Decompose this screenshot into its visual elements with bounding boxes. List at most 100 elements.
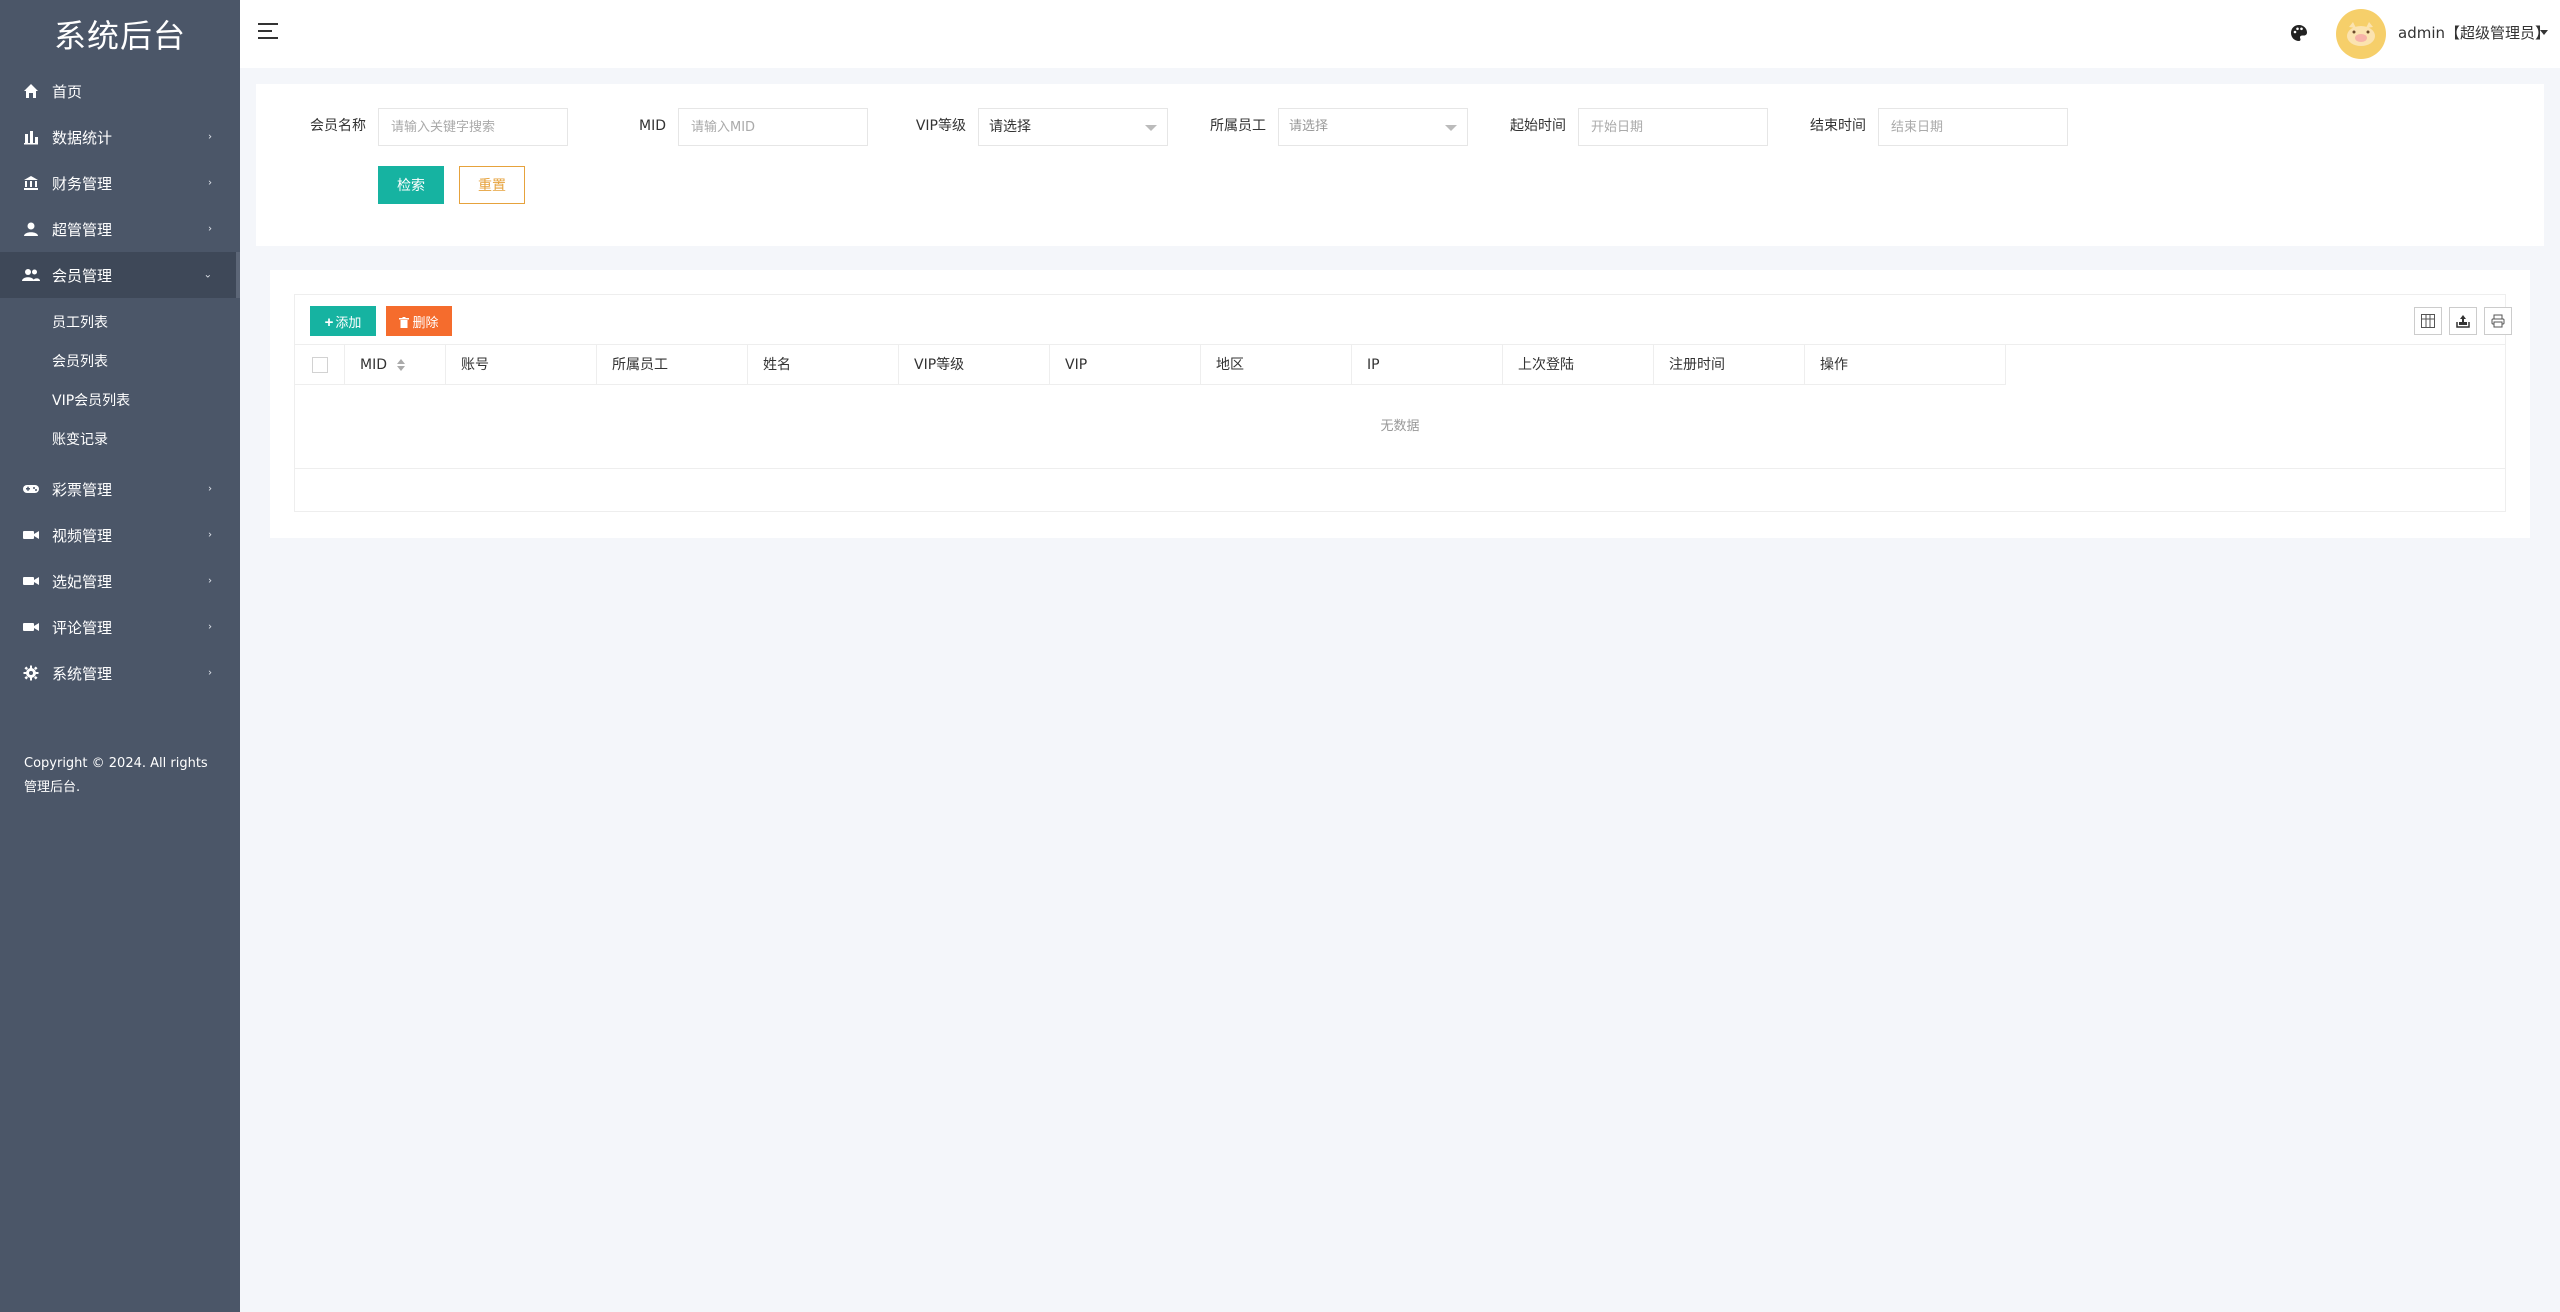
column-header-label: MID bbox=[360, 357, 387, 373]
end-time-label: 结束时间 bbox=[1810, 118, 1866, 134]
video-icon bbox=[22, 618, 40, 636]
vip-level-label: VIP等级 bbox=[915, 118, 966, 134]
copyright-text: Copyright © 2024. All rights 管理后台. bbox=[24, 756, 208, 795]
add-button[interactable]: + 添加 bbox=[310, 306, 376, 336]
caret-down-icon bbox=[1145, 125, 1157, 131]
sidebar: 系统后台 首页 数据统计 › 财务管理 › 超管管理 › 会员管理 ⌄ 员工列表… bbox=[0, 0, 240, 1312]
empty-state-text: 无数据 bbox=[295, 385, 2505, 469]
column-header-name: 姓名 bbox=[748, 345, 899, 385]
sidebar-item-statistics[interactable]: 数据统计 › bbox=[0, 114, 240, 160]
data-table: MID 账号 所属员工 姓名 VIP等级 VIP 地区 IP 上次登陆 注册时间… bbox=[294, 344, 2506, 512]
sidebar-item-comments[interactable]: 评论管理 › bbox=[0, 604, 240, 650]
staff-select[interactable]: 请选择 bbox=[1278, 108, 1468, 146]
chevron-right-icon: › bbox=[208, 177, 212, 189]
columns-icon[interactable] bbox=[2414, 307, 2442, 335]
chevron-down-icon: ⌄ bbox=[203, 269, 212, 281]
app-logo: 系统后台 bbox=[53, 17, 186, 55]
chevron-right-icon: › bbox=[208, 529, 212, 541]
mid-label: MID bbox=[639, 118, 666, 134]
sidebar-item-label: 评论管理 bbox=[52, 618, 113, 637]
table-header: MID 账号 所属员工 姓名 VIP等级 VIP 地区 IP 上次登陆 注册时间… bbox=[295, 345, 2006, 385]
user-icon bbox=[22, 220, 40, 238]
palette-icon[interactable] bbox=[2290, 24, 2310, 44]
column-header-vip-level: VIP等级 bbox=[899, 345, 1050, 385]
gear-icon bbox=[22, 664, 40, 682]
member-name-input[interactable] bbox=[378, 108, 568, 146]
member-name-label: 会员名称 bbox=[310, 118, 366, 134]
sidebar-item-label: 数据统计 bbox=[52, 128, 113, 147]
top-header: admin【超级管理员】 bbox=[240, 0, 2560, 68]
sidebar-subitem-vip-list[interactable]: VIP会员列表 bbox=[0, 382, 240, 421]
search-button[interactable]: 检索 bbox=[378, 166, 444, 204]
staff-value: 请选择 bbox=[1289, 119, 1329, 134]
sidebar-item-label: 系统管理 bbox=[52, 664, 113, 683]
sidebar-subitem-member-list[interactable]: 会员列表 bbox=[0, 343, 240, 382]
column-header-register-time: 注册时间 bbox=[1654, 345, 1805, 385]
export-icon[interactable] bbox=[2449, 307, 2477, 335]
column-header-region: 地区 bbox=[1201, 345, 1352, 385]
caret-down-icon bbox=[1445, 125, 1457, 131]
sidebar-item-label: 选妃管理 bbox=[52, 572, 113, 591]
add-button-label: 添加 bbox=[335, 314, 362, 330]
bank-icon bbox=[22, 174, 40, 192]
chevron-right-icon: › bbox=[208, 483, 212, 495]
sidebar-submenu-members: 员工列表 会员列表 VIP会员列表 账变记录 bbox=[0, 298, 240, 466]
bar-chart-icon bbox=[22, 128, 40, 146]
end-date-input[interactable] bbox=[1878, 108, 2068, 146]
sidebar-item-label: 彩票管理 bbox=[52, 480, 113, 499]
chevron-right-icon: › bbox=[208, 131, 212, 143]
search-panel: 会员名称 MID VIP等级 请选择 所属员工 请选择 起始时间 结束时间 检索… bbox=[256, 84, 2544, 246]
column-header-account: 账号 bbox=[446, 345, 597, 385]
gamepad-icon bbox=[22, 480, 40, 498]
user-menu[interactable]: admin【超级管理员】 bbox=[2398, 22, 2550, 43]
column-header-vip: VIP bbox=[1050, 345, 1201, 385]
users-icon bbox=[22, 266, 40, 284]
chevron-right-icon: › bbox=[208, 575, 212, 587]
sidebar-item-label: 财务管理 bbox=[52, 174, 113, 193]
plus-icon: + bbox=[324, 313, 334, 331]
sidebar-item-videos[interactable]: 视频管理 › bbox=[0, 512, 240, 558]
sidebar-item-admin[interactable]: 超管管理 › bbox=[0, 206, 240, 252]
vip-level-select[interactable]: 请选择 bbox=[978, 108, 1168, 146]
avatar[interactable] bbox=[2336, 9, 2386, 59]
start-date-input[interactable] bbox=[1578, 108, 1768, 146]
menu-toggle-icon[interactable] bbox=[258, 23, 280, 45]
sidebar-subitem-account-records[interactable]: 账变记录 bbox=[0, 421, 240, 460]
staff-label: 所属员工 bbox=[1210, 118, 1266, 134]
home-icon bbox=[22, 82, 40, 100]
table-panel: + 添加 删除 MID 账号 所属员工 姓名 VIP等级 VIP 地区 IP 上… bbox=[270, 270, 2530, 538]
sidebar-subitem-staff-list[interactable]: 员工列表 bbox=[0, 304, 240, 343]
video-icon bbox=[22, 526, 40, 544]
sidebar-item-lottery[interactable]: 彩票管理 › bbox=[0, 466, 240, 512]
sidebar-item-label: 会员管理 bbox=[52, 266, 113, 285]
sidebar-item-label: 超管管理 bbox=[52, 220, 113, 239]
sidebar-item-members[interactable]: 会员管理 ⌄ bbox=[0, 252, 240, 298]
print-icon[interactable] bbox=[2484, 307, 2512, 335]
sidebar-item-label: 视频管理 bbox=[52, 526, 113, 545]
chevron-right-icon: › bbox=[208, 223, 212, 235]
sidebar-item-selection[interactable]: 选妃管理 › bbox=[0, 558, 240, 604]
vip-level-value: 请选择 bbox=[989, 119, 1031, 135]
chevron-right-icon: › bbox=[208, 667, 212, 679]
trash-icon bbox=[399, 316, 410, 331]
mid-input[interactable] bbox=[678, 108, 868, 146]
select-all-cell bbox=[295, 345, 345, 385]
column-header-ip: IP bbox=[1352, 345, 1503, 385]
caret-down-icon[interactable] bbox=[2540, 30, 2548, 35]
sort-icon[interactable] bbox=[397, 359, 405, 371]
column-header-mid[interactable]: MID bbox=[345, 345, 446, 385]
column-header-last-login: 上次登陆 bbox=[1503, 345, 1654, 385]
video-icon bbox=[22, 572, 40, 590]
sidebar-item-finance[interactable]: 财务管理 › bbox=[0, 160, 240, 206]
sidebar-item-system[interactable]: 系统管理 › bbox=[0, 650, 240, 696]
start-time-label: 起始时间 bbox=[1510, 118, 1566, 134]
reset-button[interactable]: 重置 bbox=[459, 166, 525, 204]
sidebar-item-label: 首页 bbox=[52, 82, 83, 101]
table-toolbar: + 添加 删除 bbox=[294, 294, 2512, 344]
select-all-checkbox[interactable] bbox=[311, 357, 328, 373]
sidebar-item-home[interactable]: 首页 bbox=[0, 68, 240, 114]
delete-button-label: 删除 bbox=[412, 314, 439, 330]
delete-button[interactable]: 删除 bbox=[386, 306, 452, 336]
column-header-staff: 所属员工 bbox=[597, 345, 748, 385]
chevron-right-icon: › bbox=[208, 621, 212, 633]
